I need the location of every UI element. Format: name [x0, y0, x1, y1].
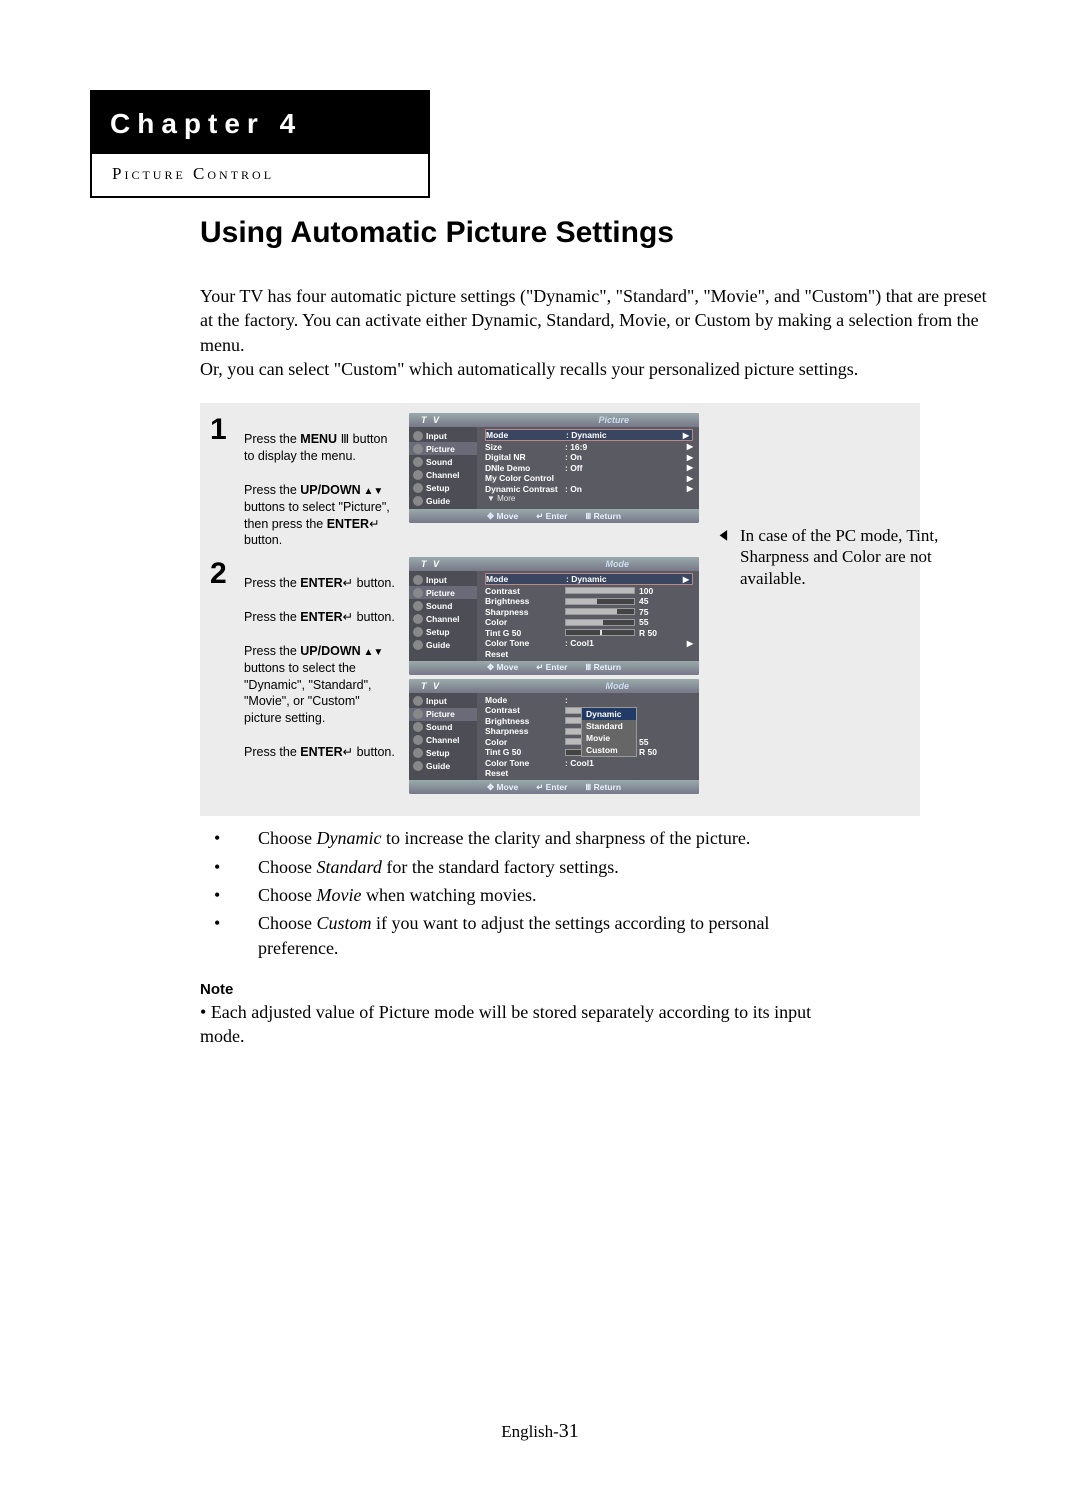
right-arrow-icon: ▶: [687, 453, 693, 462]
mode-popup: Dynamic Standard Movie Custom: [581, 707, 637, 757]
page-title: Using Automatic Picture Settings: [200, 216, 990, 250]
enter-icon: ↵: [536, 511, 545, 521]
intro-paragraph-2: Or, you can select "Custom" which automa…: [200, 357, 990, 381]
chapter-header: Chapter 4 Picture Control: [90, 90, 430, 198]
right-arrow-icon: ▶: [687, 442, 693, 451]
enter-icon: ↵: [369, 517, 379, 531]
return-icon: Ⅲ: [585, 511, 593, 521]
menu-icon: Ⅲ: [337, 432, 353, 446]
step-2: 2 Press the ENTER↵ button. Press the ENT…: [210, 557, 910, 794]
step-number: 2: [210, 557, 234, 794]
enter-icon: ↵: [536, 782, 545, 792]
right-arrow-icon: ▶: [687, 639, 693, 648]
step-text: Press the MENU Ⅲ button to display the m…: [244, 413, 399, 549]
osd-screenshot-2: T VMode Input Picture Sound Channel Setu…: [409, 557, 699, 675]
list-item: Choose Dynamic to increase the clarity a…: [236, 826, 820, 850]
list-item: Choose Custom if you want to adjust the …: [236, 911, 820, 960]
note-label: Note: [200, 980, 820, 1000]
osd-left-nav: Input Picture Sound Channel Setup Guide: [409, 427, 477, 509]
note-block: Note • Each adjusted value of Picture mo…: [200, 980, 820, 1049]
up-down-icon: ▲▼: [361, 647, 384, 658]
right-arrow-icon: ▶: [687, 474, 693, 483]
return-icon: Ⅲ: [585, 662, 593, 672]
page-footer: English-31: [0, 1420, 1080, 1443]
up-down-icon: ▲▼: [361, 486, 384, 497]
enter-icon: ↵: [343, 610, 357, 624]
step-text: Press the ENTER↵ button. Press the ENTER…: [244, 557, 399, 794]
right-arrow-icon: ▶: [683, 431, 689, 440]
list-item: Choose Movie when watching movies.: [236, 883, 820, 907]
step-number: 1: [210, 413, 234, 549]
list-item: Choose Standard for the standard factory…: [236, 855, 820, 879]
enter-icon: ↵: [536, 662, 545, 672]
osd-right-panel: Mode: Dynamic▶ Size: 16:9▶ Digital NR: O…: [477, 427, 699, 509]
right-arrow-icon: ▶: [687, 484, 693, 493]
steps-panel: 1 Press the MENU Ⅲ button to display the…: [200, 403, 920, 816]
right-arrow-icon: ▶: [683, 575, 689, 584]
side-note: ◀ In case of the PC mode, Tint, Sharpnes…: [740, 525, 990, 589]
enter-icon: ↵: [343, 576, 357, 590]
chapter-subtitle: Picture Control: [90, 154, 430, 198]
chapter-label: Chapter 4: [90, 90, 430, 154]
osd-screenshot-1: T VPicture Input Picture Sound Channel S…: [409, 413, 699, 523]
mode-descriptions: Choose Dynamic to increase the clarity a…: [200, 826, 820, 959]
intro-text: Your TV has four automatic picture setti…: [200, 284, 990, 381]
right-arrow-icon: ▶: [687, 463, 693, 472]
intro-paragraph-1: Your TV has four automatic picture setti…: [200, 284, 990, 357]
enter-icon: ↵: [343, 745, 357, 759]
note-text: • Each adjusted value of Picture mode wi…: [200, 1000, 820, 1049]
osd-screenshot-3: T VMode Input Picture Sound Channel Setu…: [409, 679, 699, 795]
left-arrow-icon: ◀: [720, 527, 728, 545]
return-icon: Ⅲ: [585, 782, 593, 792]
